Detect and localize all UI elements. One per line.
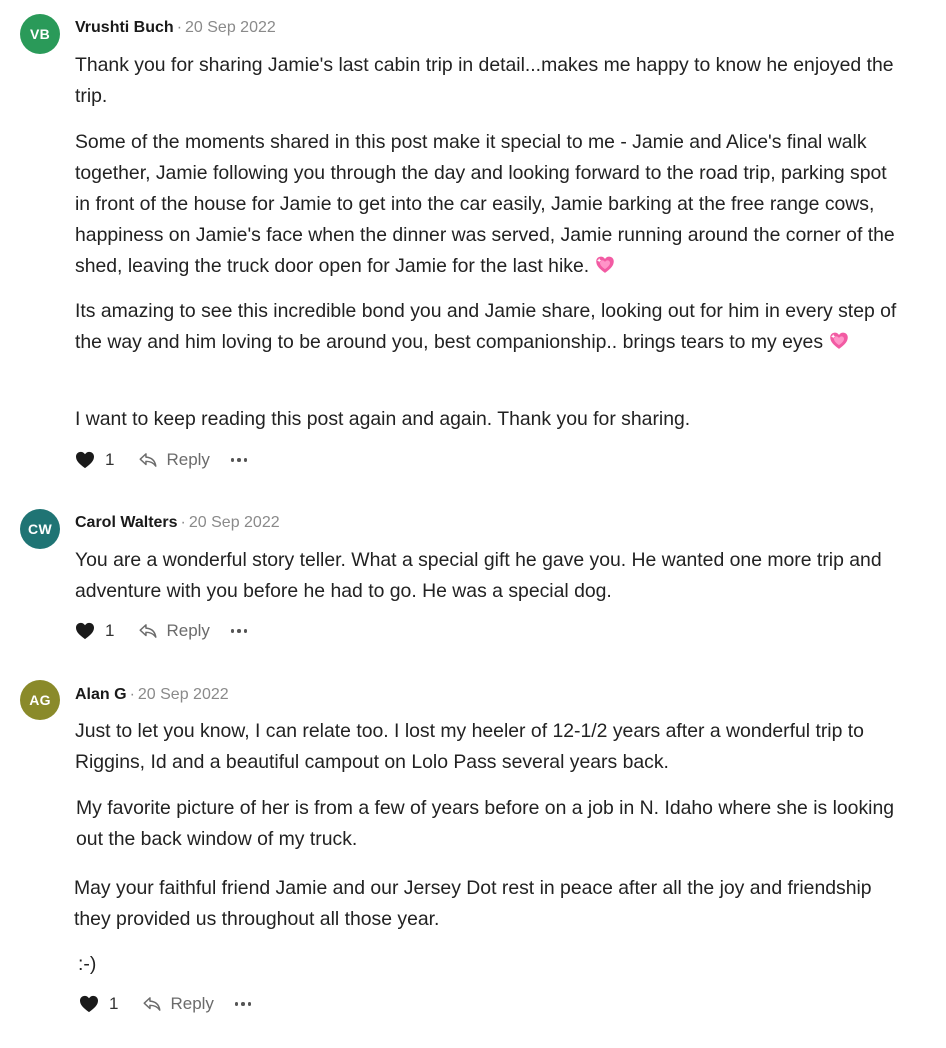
- avatar[interactable]: CW: [20, 509, 60, 549]
- reply-button[interactable]: Reply: [142, 994, 214, 1014]
- avatar-initials: CW: [28, 521, 52, 537]
- comment-paragraph: Its amazing to see this incredible bond …: [75, 296, 905, 358]
- author-name[interactable]: Alan G: [75, 686, 127, 703]
- ellipsis-icon: [230, 629, 235, 633]
- like-count: 1: [109, 994, 119, 1013]
- reply-label: Reply: [166, 450, 210, 469]
- comment-date[interactable]: 20 Sep 2022: [185, 19, 276, 36]
- like-count: 1: [105, 450, 115, 469]
- comment-paragraph: :-): [78, 953, 97, 975]
- comment-meta: Alan G · 20 Sep 2022: [75, 684, 229, 706]
- ellipsis-icon: [234, 1002, 239, 1006]
- ellipsis-icon: [241, 1002, 245, 1006]
- more-options-button[interactable]: [234, 994, 252, 1014]
- sparkling-heart-emoji-icon: [829, 331, 849, 351]
- comment-actions: 1 Reply: [79, 992, 252, 1016]
- meta-separator: ·: [180, 514, 186, 531]
- ellipsis-icon: [237, 458, 241, 462]
- comment-paragraph: May your faithful friend Jamie and our J…: [74, 877, 872, 930]
- heart-icon[interactable]: [75, 622, 95, 640]
- avatar[interactable]: AG: [20, 680, 60, 720]
- ellipsis-icon: [243, 629, 248, 633]
- avatar-initials: AG: [29, 692, 51, 708]
- meta-separator: ·: [129, 686, 135, 703]
- ellipsis-icon: [230, 458, 235, 462]
- reply-button[interactable]: Reply: [138, 450, 210, 470]
- heart-icon[interactable]: [79, 995, 99, 1013]
- more-options-button[interactable]: [230, 621, 248, 641]
- comment-actions: 1 Reply: [75, 619, 248, 643]
- comment-paragraph: Just to let you know, I can relate too. …: [75, 720, 864, 773]
- reply-arrow-icon: [138, 451, 158, 469]
- reply-label: Reply: [170, 994, 214, 1013]
- comment-meta: Vrushti Buch · 20 Sep 2022: [75, 17, 276, 39]
- ellipsis-icon: [237, 629, 241, 633]
- avatar-initials: VB: [29, 26, 51, 42]
- like-count: 1: [105, 621, 115, 640]
- comment-paragraph: Thank you for sharing Jamie's last cabin…: [75, 54, 894, 107]
- sparkling-heart-emoji-icon: [595, 255, 615, 275]
- comment-paragraph: I want to keep reading this post again a…: [75, 408, 691, 430]
- ellipsis-icon: [247, 1002, 252, 1006]
- comment-text: Some of the moments shared in this post …: [75, 131, 895, 277]
- heart-icon[interactable]: [75, 451, 95, 469]
- reply-button[interactable]: Reply: [138, 621, 210, 641]
- comment-date[interactable]: 20 Sep 2022: [138, 686, 229, 703]
- comment-paragraph: My favorite picture of her is from a few…: [76, 797, 895, 850]
- comment-meta: Carol Walters · 20 Sep 2022: [75, 512, 280, 534]
- author-name[interactable]: Vrushti Buch: [75, 19, 174, 36]
- author-name[interactable]: Carol Walters: [75, 514, 178, 531]
- comment-date[interactable]: 20 Sep 2022: [189, 514, 280, 531]
- more-options-button[interactable]: [230, 450, 248, 470]
- meta-separator: ·: [176, 19, 183, 36]
- reply-label: Reply: [166, 621, 210, 640]
- reply-arrow-icon: [142, 995, 162, 1013]
- avatar[interactable]: VB: [20, 14, 60, 54]
- comment-paragraph: You are a wonderful story teller. What a…: [75, 549, 882, 602]
- ellipsis-icon: [243, 458, 248, 462]
- comment-paragraph: Some of the moments shared in this post …: [75, 127, 905, 282]
- comment-text: Its amazing to see this incredible bond …: [75, 300, 897, 353]
- reply-arrow-icon: [138, 622, 158, 640]
- comment-actions: 1 Reply: [75, 448, 248, 472]
